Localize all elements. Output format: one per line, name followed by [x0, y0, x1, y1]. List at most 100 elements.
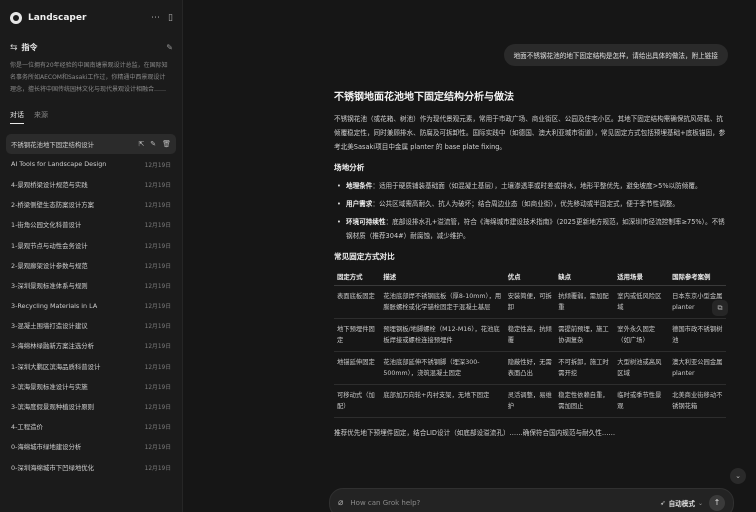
conversation-date: 12月19日 [144, 405, 171, 412]
conversation-item[interactable]: 0-深圳海绵城市下凹绿地优化 12月19日 [6, 457, 176, 477]
table-cell: 稳定性高，抗倾覆 [504, 318, 556, 352]
conversation-item[interactable]: 不锈钢花池地下固定结构设计 ⇱ ✎ 🗑 [6, 134, 176, 155]
conversation-item[interactable]: 1-深圳大鹏区滨海品质科普设计 12月19日 [6, 356, 176, 376]
conversation-title: 2-桥梁侧壁生态防案设计方案 [11, 201, 95, 210]
table-cell: 隐蔽性好，无需表面凸出 [504, 351, 556, 385]
table-row: 表面底板固定 花池底部焊不锈钢底板（厚8-10mm），用膨胀螺栓或化学锚栓固定于… [334, 285, 726, 319]
table-cell: 可移动式（加配） [334, 384, 381, 418]
table-header-row: 固定方式 描述 优点 缺点 适用场景 国际参考案例 [334, 268, 726, 286]
mode-selector[interactable]: ➶ 自动模式 ⌄ [660, 498, 703, 508]
conversation-date: 12月19日 [144, 344, 171, 351]
conversation-date: 12月19日 [144, 304, 171, 311]
answer-title: 不锈钢地面花池地下固定结构分析与做法 [334, 92, 514, 103]
conversation-date: 12月19日 [144, 364, 171, 371]
table-row: 可移动式（加配） 底部加万向轮+内衬支架，无地下固定 灵活调整，易维护 稳定性依… [334, 384, 726, 418]
conversation-item[interactable]: 3-深圳景观标准体系与规则 12月19日 [6, 275, 176, 295]
message-input[interactable] [350, 499, 661, 507]
assistant-answer: 不锈钢地面花池地下固定结构分析与做法 不锈钢花池（或花箱、树池）作为现代景观元素… [334, 88, 726, 448]
sidebar-tabs: 对话 来源 [10, 110, 48, 124]
conversation-date: 12月19日 [144, 182, 171, 189]
table-header-cell: 描述 [380, 268, 505, 286]
table-row: 地锚延伸固定 花池底部延伸不锈钢脚（埋深300-500mm），浇筑混凝土固定 隐… [334, 351, 726, 385]
table-cell: 地锚延伸固定 [334, 351, 381, 385]
conversation-list: 不锈钢花池地下固定结构设计 ⇱ ✎ 🗑 AI Tools for Landsca… [6, 134, 176, 477]
conversation-date: 12月19日 [144, 283, 171, 290]
conversation-title: 1-景观节点与动性会务设计 [11, 241, 88, 250]
table-header-cell: 适用场景 [614, 268, 670, 286]
conversation-item[interactable]: 3-混凝土围墙打造设计建议 12月19日 [6, 316, 176, 336]
tab-conversations[interactable]: 对话 [10, 110, 24, 124]
toggle-sidebar-icon[interactable]: ▯ [168, 13, 173, 23]
app-logo-icon [10, 12, 22, 24]
edit-icon[interactable]: ✎ [150, 140, 156, 148]
conversation-title: 4-工程造价 [11, 423, 43, 432]
conversation-date: 12月19日 [144, 263, 171, 270]
user-message: 地面不锈钢花池的地下固定结构是怎样，请给出具体的做法，附上链接 [503, 44, 728, 66]
app-title: Landscaper [28, 13, 87, 23]
conversation-title: 0-海绵城市绿地建设分析 [11, 443, 82, 452]
conversation-title: 3-滨海度假景观种植设计原则 [11, 403, 95, 412]
instructions-text: 你是一位拥有20年经验的中国南塘景观设计总监，在国际知名事务所如AECOM和Sa… [10, 62, 168, 93]
comparison-table: 固定方式 描述 优点 缺点 适用场景 国际参考案例 表面底板固定 花池底部焊不锈… [334, 268, 726, 418]
conversation-title: 2-景观廊架设计参数与规范 [11, 261, 88, 270]
conversation-title: 0-深圳海绵城市下凹绿地优化 [11, 463, 95, 472]
list-item: 环境可持续性：底部设排水孔+溢流管，符合《海绵城市建设技术指南》（2025更新地… [334, 215, 726, 243]
list-item: 地理条件：适用于硬质铺装基础面（如混凝土基层），土壤渗透率或时差或排水，地形平整… [334, 179, 726, 193]
section-heading: 场地分析 [334, 163, 365, 172]
conversation-title: 1-深圳大鹏区滨海品质科普设计 [11, 362, 101, 371]
table-cell: 北美商业街移动不锈钢花箱 [669, 384, 726, 418]
instructions-header[interactable]: ⇆ 指令 ✎ [10, 42, 173, 53]
conversation-date: 12月19日 [144, 445, 171, 452]
conversation-item[interactable]: 0-海绵城市绿地建设分析 12月19日 [6, 437, 176, 457]
table-cell: 地下预埋件固定 [334, 318, 381, 352]
send-button[interactable]: ↑ [709, 495, 725, 511]
conversation-item[interactable]: 4-工程造价 12月19日 [6, 417, 176, 437]
conversation-date: 12月19日 [144, 384, 171, 391]
conversation-title: 不锈钢花池地下固定结构设计 [11, 140, 95, 149]
conversation-item[interactable]: 3-海绵林绿融新方案注选分析 12月19日 [6, 336, 176, 356]
conversation-item[interactable]: AI Tools for Landscape Design 12月19日 [6, 154, 176, 174]
list-item-label: 环境可持续性 [346, 218, 386, 226]
conversation-title: 3-混凝土围墙打造设计建议 [11, 322, 88, 331]
table-cell: 灵活调整，易维护 [504, 384, 556, 418]
scroll-down-icon[interactable]: ⌄ [730, 468, 746, 484]
table-cell: 底部加万向轮+内衬支架，无地下固定 [380, 384, 505, 418]
site-analysis-list: 地理条件：适用于硬质铺装基础面（如混凝土基层），土壤渗透率或时差或排水，地形平整… [334, 179, 726, 243]
copy-table-icon[interactable]: ⧉ [712, 300, 728, 316]
share-icon[interactable]: ⇱ [138, 140, 144, 148]
list-item-label: 地理条件 [346, 182, 373, 190]
rocket-icon: ➶ [660, 499, 666, 507]
conversation-date: 12月19日 [144, 162, 171, 169]
table-row: 地下预埋件固定 预埋钢板/地脚螺栓（M12-M16），花池底板焊接或螺栓连接预埋… [334, 318, 726, 352]
list-item-text: ：公共区域需高耐久、抗人为破坏；结合周边业态（如商业街），优先移动或半固定式，便… [372, 200, 679, 208]
answer-intro: 不锈钢花池（或花箱、树池）作为现代景观元素，常用于市政广场、商业街区、公园及住宅… [334, 115, 726, 151]
conversation-item[interactable]: 2-景观廊架设计参数与规范 12月19日 [6, 255, 176, 275]
tab-sources[interactable]: 来源 [34, 110, 48, 124]
conversation-date: 12月19日 [144, 324, 171, 331]
table-cell: 抗倾覆弱，需加配重 [555, 285, 615, 319]
conversation-date: 12月19日 [144, 223, 171, 230]
conversation-item[interactable]: 2-桥梁侧壁生态防案设计方案 12月19日 [6, 195, 176, 215]
table-cell: 室外永久固定（如广场） [614, 318, 670, 352]
more-options-icon[interactable]: ⋯ [151, 13, 160, 23]
conversation-item[interactable]: 3-滨海度假景观种植设计原则 12月19日 [6, 396, 176, 416]
conversation-item[interactable]: 1-街角公园文化科普设计 12月19日 [6, 215, 176, 235]
chat-area: 地面不锈钢花池的地下固定结构是怎样，请给出具体的做法，附上链接 不锈钢地面花池地… [184, 0, 756, 512]
delete-icon[interactable]: 🗑 [162, 140, 171, 148]
table-cell: 德国市政不锈钢树池 [669, 318, 726, 352]
conversation-date: 12月19日 [144, 203, 171, 210]
conversation-item[interactable]: 1-景观节点与动性会务设计 12月19日 [6, 235, 176, 255]
conversation-title: 3-海绵林绿融新方案注选分析 [11, 342, 95, 351]
chevron-down-icon: ⌄ [697, 499, 703, 507]
message-composer: ⌀ ➶ 自动模式 ⌄ ↑ [329, 488, 734, 512]
conversation-title: AI Tools for Landscape Design [11, 160, 107, 169]
conversation-item[interactable]: 4-景观桥梁设计规范与实践 12月19日 [6, 174, 176, 194]
table-cell: 大型树池或高风区域 [614, 351, 670, 385]
attach-icon[interactable]: ⌀ [338, 498, 343, 508]
list-item-text: ：适用于硬质铺装基础面（如混凝土基层），土壤渗透率或时差或排水，地形平整优先，避… [372, 182, 702, 190]
table-cell: 稳定性依赖自重，需加固止 [555, 384, 615, 418]
conversation-item[interactable]: 3-滨海景观标准设计与实施 12月19日 [6, 376, 176, 396]
table-cell: 室内或低风险区域 [614, 285, 670, 319]
conversation-item[interactable]: 3-Recycling Materials in LA 12月19日 [6, 296, 176, 316]
edit-instructions-icon[interactable]: ✎ [166, 43, 173, 52]
